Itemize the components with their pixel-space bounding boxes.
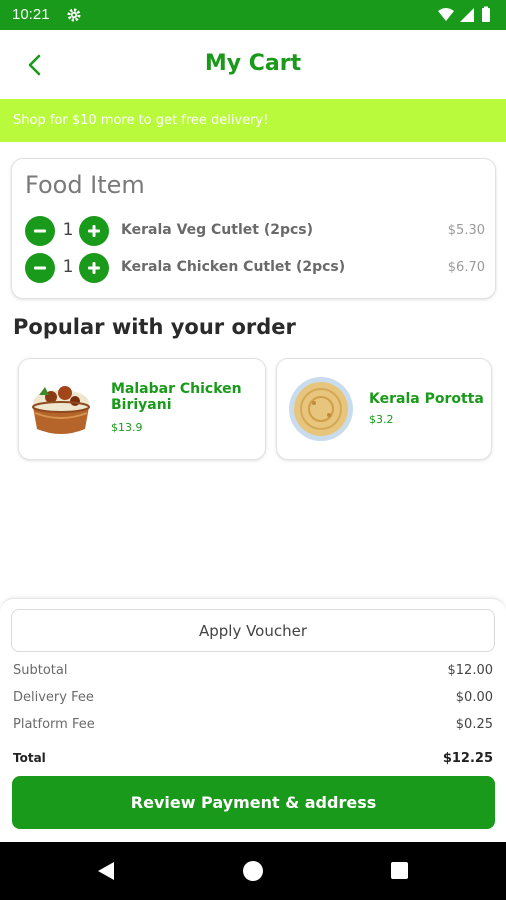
- order-summary-panel: Apply Voucher Subtotal $12.00 Delivery F…: [0, 598, 506, 842]
- popular-item-price: $13.9: [111, 421, 143, 434]
- porotta-plate-image: [289, 377, 353, 441]
- plus-icon: [88, 262, 100, 274]
- cart-item-price: $6.70: [447, 260, 485, 275]
- total-value: $12.25: [442, 751, 493, 766]
- total-label: Total: [13, 751, 46, 765]
- nav-back-icon[interactable]: [96, 861, 116, 881]
- increase-quantity-button[interactable]: [79, 216, 109, 246]
- popular-item-card[interactable]: Malabar Chicken Biriyani $13.9: [18, 358, 266, 460]
- wifi-icon: [438, 8, 454, 21]
- delivery-fee-value: $0.00: [455, 690, 493, 705]
- quantity-value: 1: [62, 220, 74, 240]
- battery-icon: [482, 8, 490, 22]
- cart-heading: Food Item: [25, 171, 145, 199]
- status-bar: 10:21: [0, 0, 506, 30]
- biriyani-pot-image: [32, 386, 90, 434]
- platform-fee-value: $0.25: [455, 717, 493, 732]
- page-title: My Cart: [204, 51, 302, 76]
- review-payment-button[interactable]: Review Payment & address: [12, 776, 495, 829]
- popular-item-price: $3.2: [369, 413, 394, 426]
- app-bar: My Cart: [0, 30, 506, 99]
- platform-fee-row: Platform Fee $0.25: [13, 717, 493, 737]
- cart-item-row: 1 Kerala Veg Cutlet (2pcs) $5.30: [25, 216, 485, 246]
- minus-icon: [34, 229, 46, 233]
- signal-icon: [460, 8, 474, 22]
- popular-item-name: Malabar Chicken Biriyani: [111, 381, 242, 413]
- platform-fee-label: Platform Fee: [13, 717, 95, 732]
- popular-item-name: Kerala Porotta: [369, 391, 484, 407]
- cart-items-card: Food Item 1 Kerala Veg Cutlet (2pcs) $5.…: [11, 158, 496, 299]
- delivery-fee-label: Delivery Fee: [13, 690, 94, 705]
- delivery-fee-row: Delivery Fee $0.00: [13, 690, 493, 710]
- subtotal-label: Subtotal: [13, 663, 68, 678]
- gear-icon: [67, 8, 81, 22]
- cart-item-name: Kerala Veg Cutlet (2pcs): [121, 222, 314, 238]
- cart-item-name: Kerala Chicken Cutlet (2pcs): [121, 259, 346, 275]
- increase-quantity-button[interactable]: [79, 253, 109, 283]
- nav-home-icon[interactable]: [243, 861, 263, 881]
- subtotal-value: $12.00: [447, 663, 494, 678]
- popular-section-heading: Popular with your order: [13, 315, 296, 339]
- system-nav-bar: [0, 842, 506, 900]
- popular-item-card[interactable]: Kerala Porotta $3.2: [276, 358, 492, 460]
- nav-recents-icon[interactable]: [391, 862, 408, 879]
- status-icons: [438, 6, 490, 22]
- total-row: Total $12.25: [13, 751, 493, 771]
- plus-icon: [88, 225, 100, 237]
- decrease-quantity-button[interactable]: [25, 216, 55, 246]
- subtotal-row: Subtotal $12.00: [13, 663, 493, 683]
- apply-voucher-button[interactable]: Apply Voucher: [11, 609, 495, 652]
- minus-icon: [34, 266, 46, 270]
- decrease-quantity-button[interactable]: [25, 253, 55, 283]
- cart-item-price: $5.30: [447, 223, 485, 238]
- quantity-value: 1: [62, 257, 74, 277]
- free-delivery-banner: Shop for $10 more to get free delivery!: [0, 99, 506, 142]
- status-time: 10:21: [12, 6, 50, 23]
- cart-item-row: 1 Kerala Chicken Cutlet (2pcs) $6.70: [25, 253, 485, 283]
